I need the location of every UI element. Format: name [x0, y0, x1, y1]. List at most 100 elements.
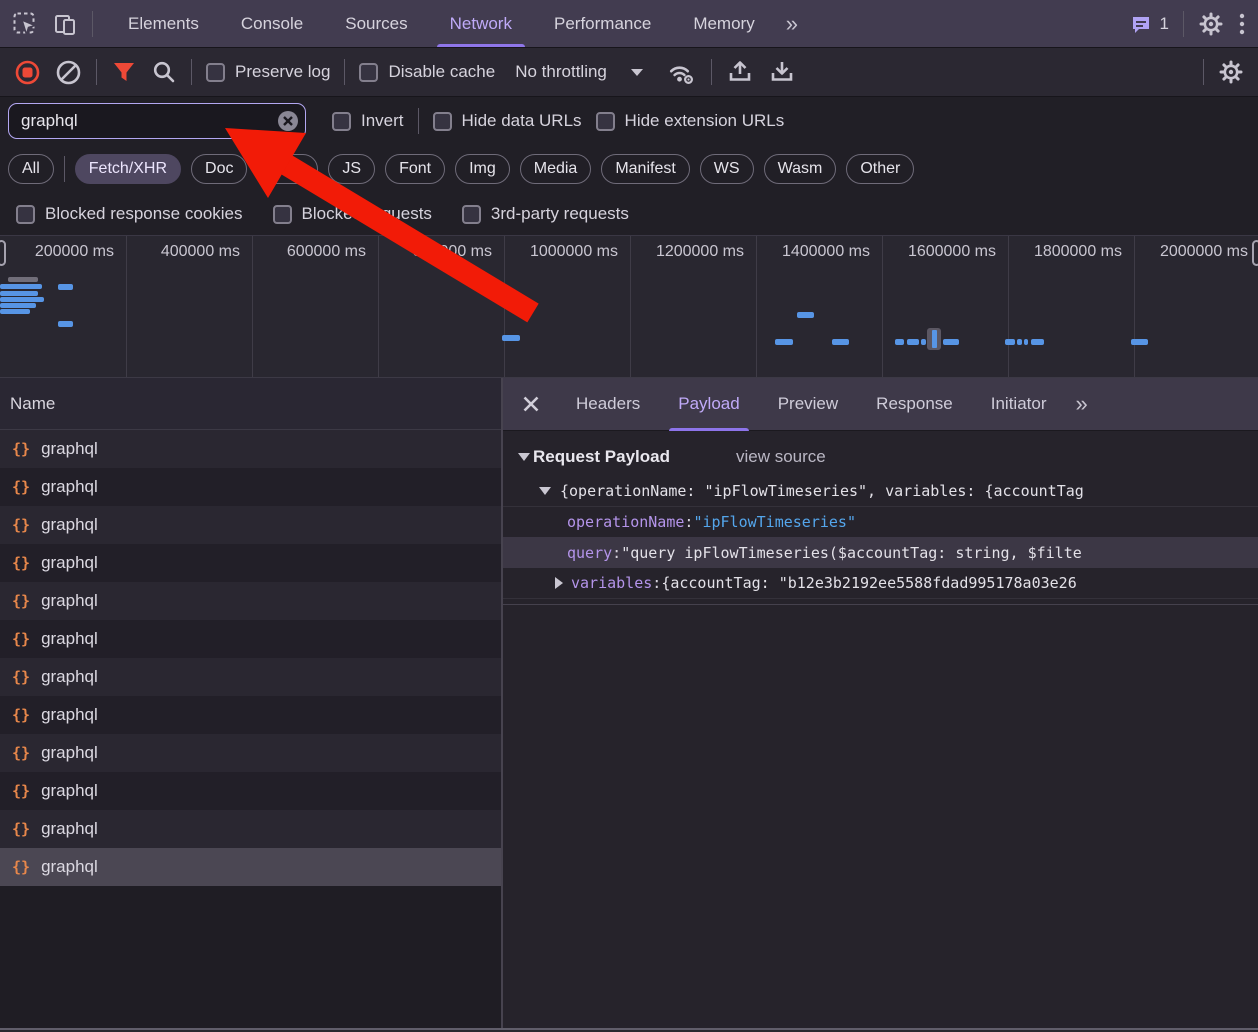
hide-data-urls-checkbox[interactable]: Hide data URLs [433, 111, 582, 131]
hide-extension-urls-label: Hide extension URLs [625, 111, 785, 131]
search-icon[interactable] [151, 59, 177, 85]
tab-payload[interactable]: Payload [659, 378, 758, 431]
chip-img[interactable]: Img [455, 154, 510, 184]
request-row[interactable]: {}graphql [0, 582, 501, 620]
chip-font[interactable]: Font [385, 154, 445, 184]
checkbox[interactable] [433, 112, 452, 131]
invert-label: Invert [361, 111, 404, 131]
tab-headers[interactable]: Headers [557, 378, 659, 431]
request-row-selected[interactable]: {}graphql [0, 848, 501, 886]
inspect-element-icon[interactable] [12, 11, 38, 37]
chip-fetch-xhr[interactable]: Fetch/XHR [75, 154, 181, 184]
checkbox[interactable] [332, 112, 351, 131]
tab-label: Elements [128, 14, 199, 34]
chip-manifest[interactable]: Manifest [601, 154, 689, 184]
toolbar-divider [418, 108, 419, 134]
request-row[interactable]: {}graphql [0, 810, 501, 848]
tab-console[interactable]: Console [220, 0, 324, 47]
checkbox[interactable] [273, 205, 292, 224]
network-overview-timeline[interactable]: 200000 ms 400000 ms 600000 ms 800000 ms … [0, 235, 1258, 378]
payload-row-query-highlighted[interactable]: query: "query ipFlowTimeseries($accountT… [503, 537, 1258, 568]
more-details-tabs-button[interactable]: » [1065, 393, 1097, 415]
request-row[interactable]: {}graphql [0, 734, 501, 772]
payload-preview-line[interactable]: {operationName: "ipFlowTimeseries", vari… [503, 475, 1258, 506]
tab-network[interactable]: Network [429, 0, 533, 47]
toolbar-divider [191, 59, 192, 85]
network-conditions-icon[interactable] [665, 58, 697, 86]
chip-wasm[interactable]: Wasm [764, 154, 837, 184]
close-details-icon[interactable] [521, 394, 541, 414]
name-column-header[interactable]: Name [0, 378, 501, 430]
blocked-response-cookies-checkbox[interactable]: Blocked response cookies [16, 204, 243, 224]
chip-media[interactable]: Media [520, 154, 592, 184]
json-request-icon: {} [12, 706, 30, 724]
payload-row-variables[interactable]: variables: {accountTag: "b12e3b2192ee558… [503, 568, 1258, 599]
request-row[interactable]: {}graphql [0, 620, 501, 658]
chip-all[interactable]: All [8, 154, 54, 184]
checkbox[interactable] [359, 63, 378, 82]
throttling-dropdown[interactable]: No throttling [515, 62, 643, 82]
export-har-icon[interactable] [768, 58, 796, 86]
chip-css[interactable]: CSS [257, 154, 318, 184]
chip-js[interactable]: JS [328, 154, 375, 184]
more-tabs-button[interactable]: » [776, 13, 808, 35]
checkbox[interactable] [16, 205, 35, 224]
invert-checkbox[interactable]: Invert [332, 111, 404, 131]
tab-initiator[interactable]: Initiator [972, 378, 1066, 431]
request-row[interactable]: {}graphql [0, 430, 501, 468]
preserve-log-checkbox[interactable]: Preserve log [206, 62, 330, 82]
timeline-scroll-handle-left[interactable] [0, 240, 6, 266]
tab-preview[interactable]: Preview [759, 378, 857, 431]
toolbar-divider [344, 59, 345, 85]
kebab-menu-icon[interactable] [1238, 12, 1246, 36]
network-filter-row: Invert Hide data URLs Hide extension URL… [0, 97, 1258, 145]
filter-input[interactable] [8, 103, 306, 139]
checkbox[interactable] [462, 205, 481, 224]
request-row[interactable]: {}graphql [0, 658, 501, 696]
chip-ws[interactable]: WS [700, 154, 754, 184]
third-party-label: 3rd-party requests [491, 204, 629, 224]
tab-response[interactable]: Response [857, 378, 972, 431]
request-row[interactable]: {}graphql [0, 696, 501, 734]
blocked-requests-label: Blocked requests [302, 204, 432, 224]
network-settings-gear-icon[interactable] [1218, 59, 1244, 85]
chip-other[interactable]: Other [846, 154, 914, 184]
request-row[interactable]: {}graphql [0, 544, 501, 582]
json-request-icon: {} [12, 820, 30, 838]
clear-filter-icon[interactable] [277, 110, 299, 132]
payload-row-operationName[interactable]: operationName: "ipFlowTimeseries" [503, 506, 1258, 537]
json-request-icon: {} [12, 782, 30, 800]
issues-counter[interactable]: 1 [1129, 12, 1169, 36]
request-name: graphql [41, 515, 98, 535]
checkbox[interactable] [596, 112, 615, 131]
third-party-requests-checkbox[interactable]: 3rd-party requests [462, 204, 629, 224]
expand-triangle-icon[interactable] [555, 577, 563, 589]
view-source-link[interactable]: view source [736, 447, 826, 467]
json-request-icon: {} [12, 440, 30, 458]
chip-doc[interactable]: Doc [191, 154, 247, 184]
hide-extension-urls-checkbox[interactable]: Hide extension URLs [596, 111, 785, 131]
import-har-icon[interactable] [726, 58, 754, 86]
tab-performance[interactable]: Performance [533, 0, 672, 47]
tab-label: Performance [554, 14, 651, 34]
payload-value: "ipFlowTimeseries" [693, 513, 856, 531]
tab-sources[interactable]: Sources [324, 0, 428, 47]
tab-label: Payload [678, 394, 739, 414]
settings-gear-icon[interactable] [1198, 11, 1224, 37]
request-name: graphql [41, 477, 98, 497]
request-payload-section-header[interactable]: Request Payload view source [503, 431, 1258, 475]
tab-memory[interactable]: Memory [672, 0, 775, 47]
chevron-down-icon [631, 69, 643, 76]
timeline-scroll-handle-right[interactable] [1252, 240, 1258, 266]
record-network-log-icon[interactable] [14, 59, 41, 86]
tab-elements[interactable]: Elements [107, 0, 220, 47]
clear-network-log-icon[interactable] [55, 59, 82, 86]
checkbox[interactable] [206, 63, 225, 82]
disable-cache-checkbox[interactable]: Disable cache [359, 62, 495, 82]
request-row[interactable]: {}graphql [0, 506, 501, 544]
request-row[interactable]: {}graphql [0, 468, 501, 506]
blocked-requests-checkbox[interactable]: Blocked requests [273, 204, 432, 224]
filter-funnel-icon[interactable] [111, 59, 137, 85]
request-row[interactable]: {}graphql [0, 772, 501, 810]
device-toolbar-icon[interactable] [52, 11, 78, 37]
